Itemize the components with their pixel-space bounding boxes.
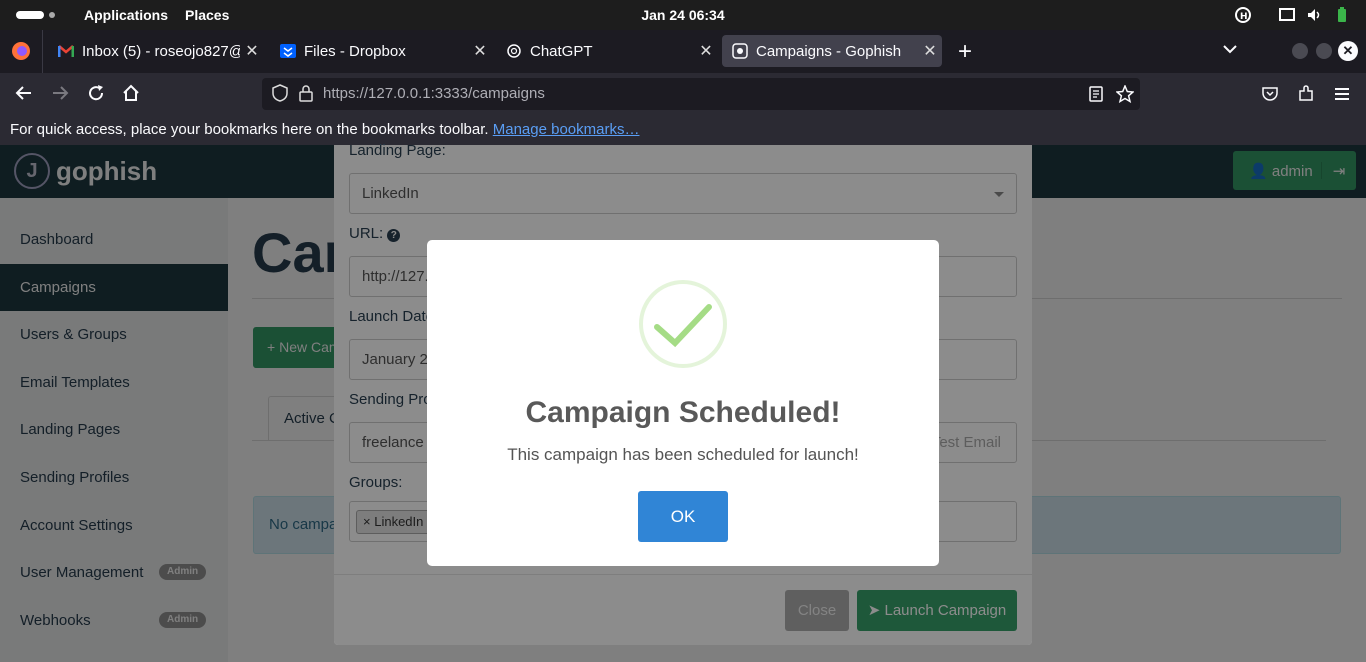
manage-bookmarks-link[interactable]: Manage bookmarks… xyxy=(493,121,640,138)
checkmark-icon xyxy=(649,295,719,360)
gmail-icon xyxy=(58,43,74,59)
alert-title: Campaign Scheduled! xyxy=(525,396,841,429)
pocket-icon[interactable] xyxy=(1261,85,1279,108)
browser-tab-bar: Inbox (5) - roseojo827@gmail.com ✕ Files… xyxy=(0,30,1366,73)
url-text[interactable]: https://127.0.0.1:3333/campaigns xyxy=(323,85,545,102)
reload-icon[interactable] xyxy=(85,83,107,105)
system-top-bar: Applications Places Jan 24 06:34 H xyxy=(0,0,1366,30)
hamburger-menu-icon[interactable] xyxy=(1333,85,1351,108)
screen-icon[interactable] xyxy=(1279,7,1295,23)
forward-arrow-icon xyxy=(49,83,71,105)
browser-nav-bar: https://127.0.0.1:3333/campaigns xyxy=(0,73,1366,115)
dropbox-icon xyxy=(280,43,296,59)
tab-title: ChatGPT xyxy=(530,42,593,60)
address-bar[interactable]: https://127.0.0.1:3333/campaigns xyxy=(262,78,1140,110)
bookmarks-toolbar: For quick access, place your bookmarks h… xyxy=(0,115,1366,145)
tab-gophish[interactable]: Campaigns - Gophish ✕ xyxy=(722,35,942,67)
close-window-icon[interactable]: ✕ xyxy=(1338,41,1358,61)
battery-icon[interactable] xyxy=(1334,7,1350,23)
bookmark-star-icon[interactable] xyxy=(1115,84,1135,108)
shield-icon[interactable] xyxy=(272,84,288,106)
firefox-icon[interactable] xyxy=(11,41,31,61)
tab-title: Campaigns - Gophish xyxy=(756,42,902,60)
svg-text:H: H xyxy=(1240,12,1248,22)
close-tab-icon[interactable]: ✕ xyxy=(918,41,942,61)
close-tab-icon[interactable]: ✕ xyxy=(694,41,718,61)
tab-title: Inbox (5) - roseojo827@gmail.com xyxy=(82,42,240,60)
minimize-window-icon[interactable] xyxy=(1292,43,1308,59)
home-icon[interactable] xyxy=(120,83,142,105)
system-clock[interactable]: Jan 24 06:34 xyxy=(0,7,1366,23)
reader-view-icon[interactable] xyxy=(1088,86,1104,107)
volume-icon[interactable] xyxy=(1306,7,1322,23)
new-tab-icon[interactable]: + xyxy=(952,38,978,66)
alert-message: This campaign has been scheduled for lau… xyxy=(507,445,859,464)
lock-icon[interactable] xyxy=(298,84,314,106)
url-host: https://127.0.0.1 xyxy=(323,85,431,102)
user-status-icon[interactable]: H xyxy=(1235,7,1251,23)
list-all-tabs-chevron-icon[interactable] xyxy=(1222,42,1238,58)
tab-title: Files - Dropbox xyxy=(304,42,406,60)
maximize-window-icon[interactable] xyxy=(1316,43,1332,59)
extensions-icon[interactable] xyxy=(1297,85,1315,108)
chatgpt-icon xyxy=(506,43,522,59)
bookmarks-hint-text: For quick access, place your bookmarks h… xyxy=(10,121,489,138)
gophish-icon xyxy=(732,43,748,59)
tab-chatgpt[interactable]: ChatGPT ✕ xyxy=(496,35,718,67)
success-alert-dialog: Campaign Scheduled! This campaign has be… xyxy=(427,240,939,566)
tab-dropbox[interactable]: Files - Dropbox ✕ xyxy=(270,35,492,67)
back-arrow-icon[interactable] xyxy=(13,83,35,105)
bookmarks-hint: For quick access, place your bookmarks h… xyxy=(10,121,639,138)
tab-gmail[interactable]: Inbox (5) - roseojo827@gmail.com ✕ xyxy=(48,35,264,67)
close-tab-icon[interactable]: ✕ xyxy=(468,41,492,61)
ok-button[interactable]: OK xyxy=(638,491,728,542)
tab-divider xyxy=(42,30,43,73)
url-path: :3333/campaigns xyxy=(430,85,545,102)
close-tab-icon[interactable]: ✕ xyxy=(240,41,264,61)
